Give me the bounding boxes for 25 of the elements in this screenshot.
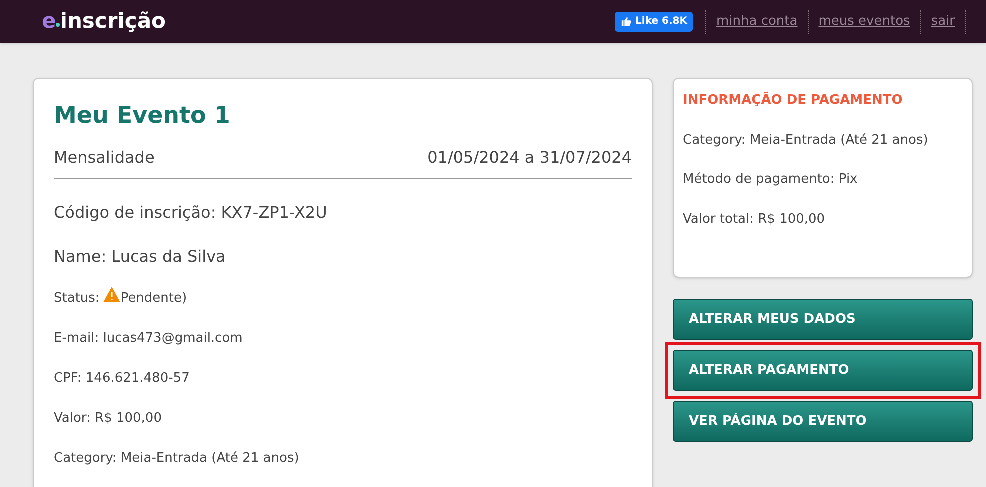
field-text: Category: Meia-Entrada (Até 21 anos) <box>54 450 300 468</box>
thumbs-up-icon <box>620 16 632 27</box>
payment-title: INFORMAÇÃO DE PAGAMENTO <box>683 91 904 110</box>
field-text: Código de inscrição: KX7-ZP1-X2U <box>54 202 328 224</box>
action-button[interactable]: VER PÁGINA DO EVENTO <box>673 401 973 442</box>
event-title: Meu Evento 1 <box>54 102 232 131</box>
nav-link[interactable]: sair <box>931 12 955 32</box>
status-text: Pendente) <box>120 290 188 308</box>
field-text: E-mail: lucas473@gmail.com <box>54 330 244 348</box>
payment-detail: Método de pagamento: Pix <box>683 171 859 189</box>
event-dates: 01/05/2024 a 31/07/2024 <box>428 146 632 168</box>
status-label: Status: <box>54 290 100 308</box>
field-text: CPF: 146.621.480-57 <box>54 370 191 388</box>
action-button[interactable]: ALTERAR PAGAMENTO <box>673 350 973 391</box>
payment-detail: Category: Meia-Entrada (Até 21 anos) <box>683 132 930 150</box>
nav-link[interactable]: minha conta <box>716 12 798 32</box>
nav-link[interactable]: meus eventos <box>818 12 910 32</box>
logo[interactable]: e inscrição <box>42 11 166 32</box>
event-type: Mensalidade <box>54 146 155 168</box>
field-text: Valor: R$ 100,00 <box>54 410 163 428</box>
field-text: Name: Lucas da Silva <box>54 246 227 268</box>
action-button[interactable]: ALTERAR MEUS DADOS <box>673 299 973 340</box>
warning-icon <box>102 286 121 302</box>
payment-detail: Valor total: R$ 100,00 <box>683 210 826 228</box>
like-button[interactable]: Like 6.8K <box>614 12 694 32</box>
